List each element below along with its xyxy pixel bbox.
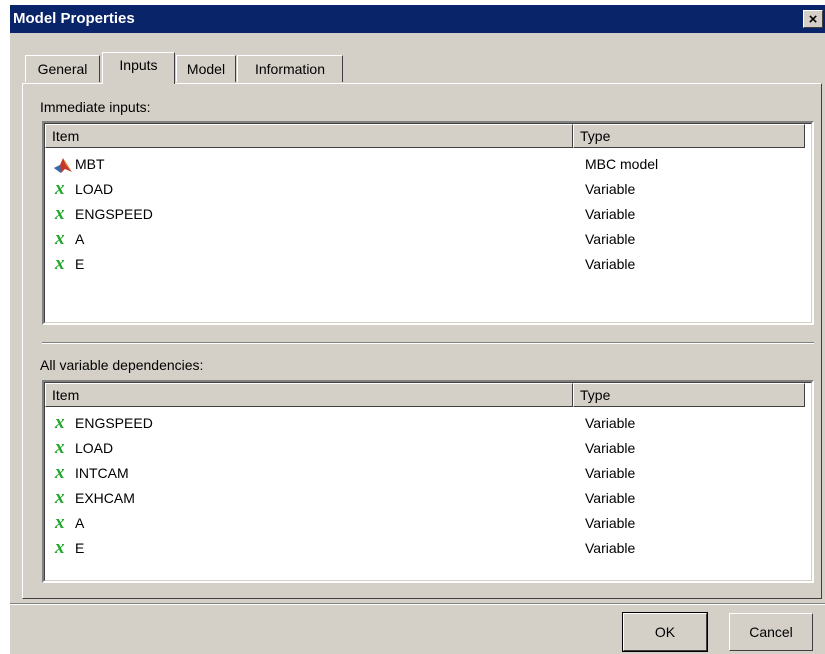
list-item[interactable]: x A Variable	[45, 511, 811, 536]
list-item[interactable]: x ENGSPEED Variable	[45, 411, 811, 436]
footer-divider	[10, 603, 825, 605]
variable-x-icon: x	[55, 203, 65, 224]
immediate-inputs-list[interactable]: Item Type MBT MBC model x LOAD Variable	[42, 121, 814, 325]
tab-general-label: General	[37, 61, 88, 77]
list-item[interactable]: x E Variable	[45, 252, 811, 277]
variable-x-icon: x	[55, 178, 65, 199]
item-type: Variable	[585, 515, 636, 531]
tab-model-label: Model	[186, 61, 226, 77]
tab-information[interactable]: Information	[237, 55, 343, 82]
item-name: INTCAM	[75, 465, 129, 481]
list-item[interactable]: x E Variable	[45, 536, 811, 561]
tab-general[interactable]: General	[25, 55, 100, 82]
column-header-item[interactable]: Item	[45, 124, 573, 148]
column-header-type[interactable]: Type	[573, 383, 805, 407]
tab-information-label: Information	[254, 61, 326, 77]
item-type: Variable	[585, 415, 636, 431]
model-properties-dialog: Model Properties × General Inputs Model …	[10, 5, 825, 654]
item-type: Variable	[585, 540, 636, 556]
item-name: LOAD	[75, 440, 114, 456]
ok-button[interactable]: OK	[622, 612, 708, 652]
tab-inputs-label: Inputs	[119, 57, 158, 73]
item-type: MBC model	[585, 156, 659, 172]
item-type: Variable	[585, 231, 636, 247]
item-name: ENGSPEED	[75, 206, 153, 222]
variable-x-icon: x	[55, 462, 65, 483]
list-item[interactable]: x A Variable	[45, 227, 811, 252]
variable-x-icon: x	[55, 487, 65, 508]
column-header-item[interactable]: Item	[45, 383, 573, 407]
list-item[interactable]: x LOAD Variable	[45, 177, 811, 202]
item-name: MBT	[75, 156, 105, 172]
item-name: EXHCAM	[75, 490, 135, 506]
item-name: A	[75, 515, 85, 531]
item-type: Variable	[585, 440, 636, 456]
dependencies-list[interactable]: Item Type x ENGSPEED Variable x LOAD Var…	[42, 380, 814, 583]
close-icon: ×	[808, 11, 818, 28]
list-item[interactable]: x LOAD Variable	[45, 436, 811, 461]
item-name: A	[75, 231, 85, 247]
item-type: Variable	[585, 256, 636, 272]
cancel-button[interactable]: Cancel	[729, 613, 813, 651]
section-divider	[42, 342, 814, 344]
title-bar[interactable]: Model Properties ×	[10, 5, 825, 33]
item-name: E	[75, 540, 85, 556]
tab-model[interactable]: Model	[176, 55, 236, 82]
dependencies-label: All variable dependencies:	[40, 357, 204, 373]
list-item[interactable]: MBT MBC model	[45, 152, 811, 177]
item-type: Variable	[585, 490, 636, 506]
variable-x-icon: x	[55, 537, 65, 558]
item-name: LOAD	[75, 181, 114, 197]
list-item[interactable]: x ENGSPEED Variable	[45, 202, 811, 227]
item-type: Variable	[585, 206, 636, 222]
list-item[interactable]: x EXHCAM Variable	[45, 486, 811, 511]
item-name: E	[75, 256, 85, 272]
variable-x-icon: x	[55, 437, 65, 458]
variable-x-icon: x	[55, 253, 65, 274]
item-name: ENGSPEED	[75, 415, 153, 431]
list-item[interactable]: x INTCAM Variable	[45, 461, 811, 486]
column-header-type[interactable]: Type	[573, 124, 805, 148]
variable-x-icon: x	[55, 512, 65, 533]
item-type: Variable	[585, 181, 636, 197]
window-title: Model Properties	[13, 10, 135, 27]
variable-x-icon: x	[55, 228, 65, 249]
tab-inputs[interactable]: Inputs	[102, 52, 175, 84]
item-type: Variable	[585, 465, 636, 481]
variable-x-icon: x	[55, 412, 65, 433]
immediate-inputs-label: Immediate inputs:	[40, 99, 151, 115]
close-button[interactable]: ×	[803, 10, 823, 28]
